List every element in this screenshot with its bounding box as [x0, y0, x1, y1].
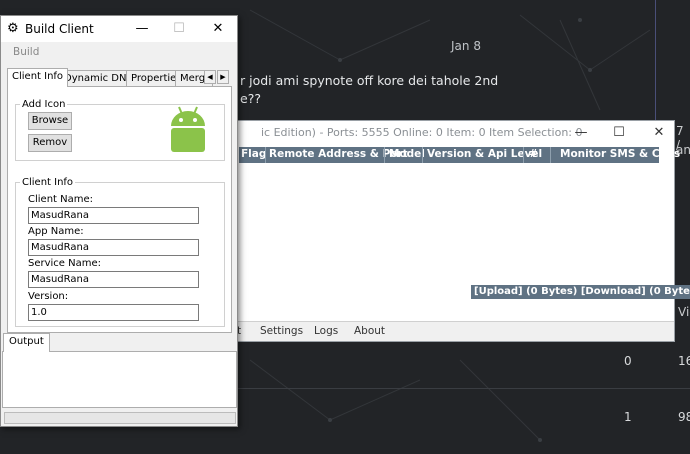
tab-scroll-left-icon[interactable]: ◀ [204, 70, 216, 84]
dialog-close-button[interactable]: ✕ [205, 19, 231, 39]
main-minimize-button[interactable]: — [566, 123, 596, 143]
app-name-input[interactable]: MasudRana [28, 239, 199, 256]
topic-stat-1: 0 [624, 354, 632, 368]
android-icon [171, 106, 205, 152]
main-maximize-button[interactable]: ☐ [604, 123, 634, 143]
post-text-line-1: r jodi ami spynote off kore dei tahole 2… [240, 73, 499, 88]
col-number[interactable]: # [529, 148, 538, 160]
service-name-label: Service Name: [28, 258, 102, 269]
client-info-legend: Client Info [22, 177, 74, 188]
col-model[interactable]: Model [389, 148, 425, 160]
menu-item-settings[interactable]: Settings [260, 325, 303, 337]
timeline-line [655, 0, 656, 120]
topic-stat-2: 1 [624, 410, 632, 424]
col-version[interactable]: Version & Api Level [427, 148, 542, 160]
col-flag[interactable]: Flag [241, 148, 266, 160]
dialog-minimize-button[interactable]: — [129, 19, 155, 39]
col-monitor[interactable]: Monitor SMS & Calls [560, 148, 680, 160]
add-icon-legend: Add Icon [22, 99, 66, 110]
menu-build[interactable]: Build [13, 46, 39, 58]
client-name-label: Client Name: [28, 194, 93, 205]
remove-button[interactable]: Remov [28, 134, 72, 152]
post-text: r jodi ami spynote off kore dei tahole 2… [240, 72, 540, 108]
dialog-title: Build Client [25, 22, 94, 36]
dialog-maximize-button: ☐ [173, 21, 185, 36]
transfer-status: [Upload] (0 Bytes) [Download] (0 Bytes) [471, 285, 690, 299]
col-separator [265, 147, 266, 163]
client-name-input[interactable]: MasudRana [28, 207, 199, 224]
service-name-input[interactable]: MasudRana [28, 271, 199, 288]
row-divider [238, 388, 690, 389]
dialog-tabs: Client Info Dynamic DNS Properties Mergi… [7, 68, 232, 87]
menu-item-about[interactable]: About [354, 325, 385, 337]
dialog-titlebar[interactable]: ⚙ Build Client — ☐ ✕ [1, 16, 237, 42]
dialog-menu-bar: Build [1, 42, 237, 62]
side-text-3: Vie [678, 305, 690, 319]
tab-output[interactable]: Output [3, 333, 50, 352]
topic-stat-1b: 16 [678, 354, 690, 368]
main-titlebar[interactable]: ic Edition) - Ports: 5555 Online: 0 Item… [231, 121, 674, 145]
tab-scroll-right-icon[interactable]: ▶ [217, 70, 229, 84]
output-log[interactable] [2, 351, 237, 408]
app-icon: ⚙ [7, 21, 19, 36]
col-separator [384, 147, 385, 163]
build-progress-bar [4, 412, 236, 424]
version-label: Version: [28, 291, 69, 302]
app-name-label: App Name: [28, 226, 84, 237]
col-separator [422, 147, 423, 163]
clients-grid-header: Flag Remote Address & Port Model Version… [239, 147, 680, 163]
browse-button[interactable]: Browse [28, 112, 72, 130]
col-separator [523, 147, 524, 163]
main-window: ic Edition) - Ports: 5555 Online: 0 Item… [230, 120, 690, 342]
menu-item-logs[interactable]: Logs [314, 325, 338, 337]
tab-client-info[interactable]: Client Info [7, 68, 69, 87]
client-info-panel: Add Icon Browse Remov Client Info Client… [7, 86, 232, 333]
version-input[interactable]: 1.0 [28, 304, 199, 321]
main-menu-bar: t Settings Logs About [231, 321, 674, 341]
col-separator [550, 147, 551, 163]
build-client-dialog: ⚙ Build Client — ☐ ✕ Build Client Info D… [0, 15, 238, 427]
topic-stat-2b: 98 [678, 410, 690, 424]
main-window-title: ic Edition) - Ports: 5555 Online: 0 Item… [261, 126, 583, 139]
post-text-line-2: e?? [240, 91, 261, 106]
col-remote-address[interactable]: Remote Address & Port [269, 148, 408, 160]
post-date: Jan 8 [451, 39, 481, 53]
main-close-button[interactable]: ✕ [644, 123, 674, 143]
